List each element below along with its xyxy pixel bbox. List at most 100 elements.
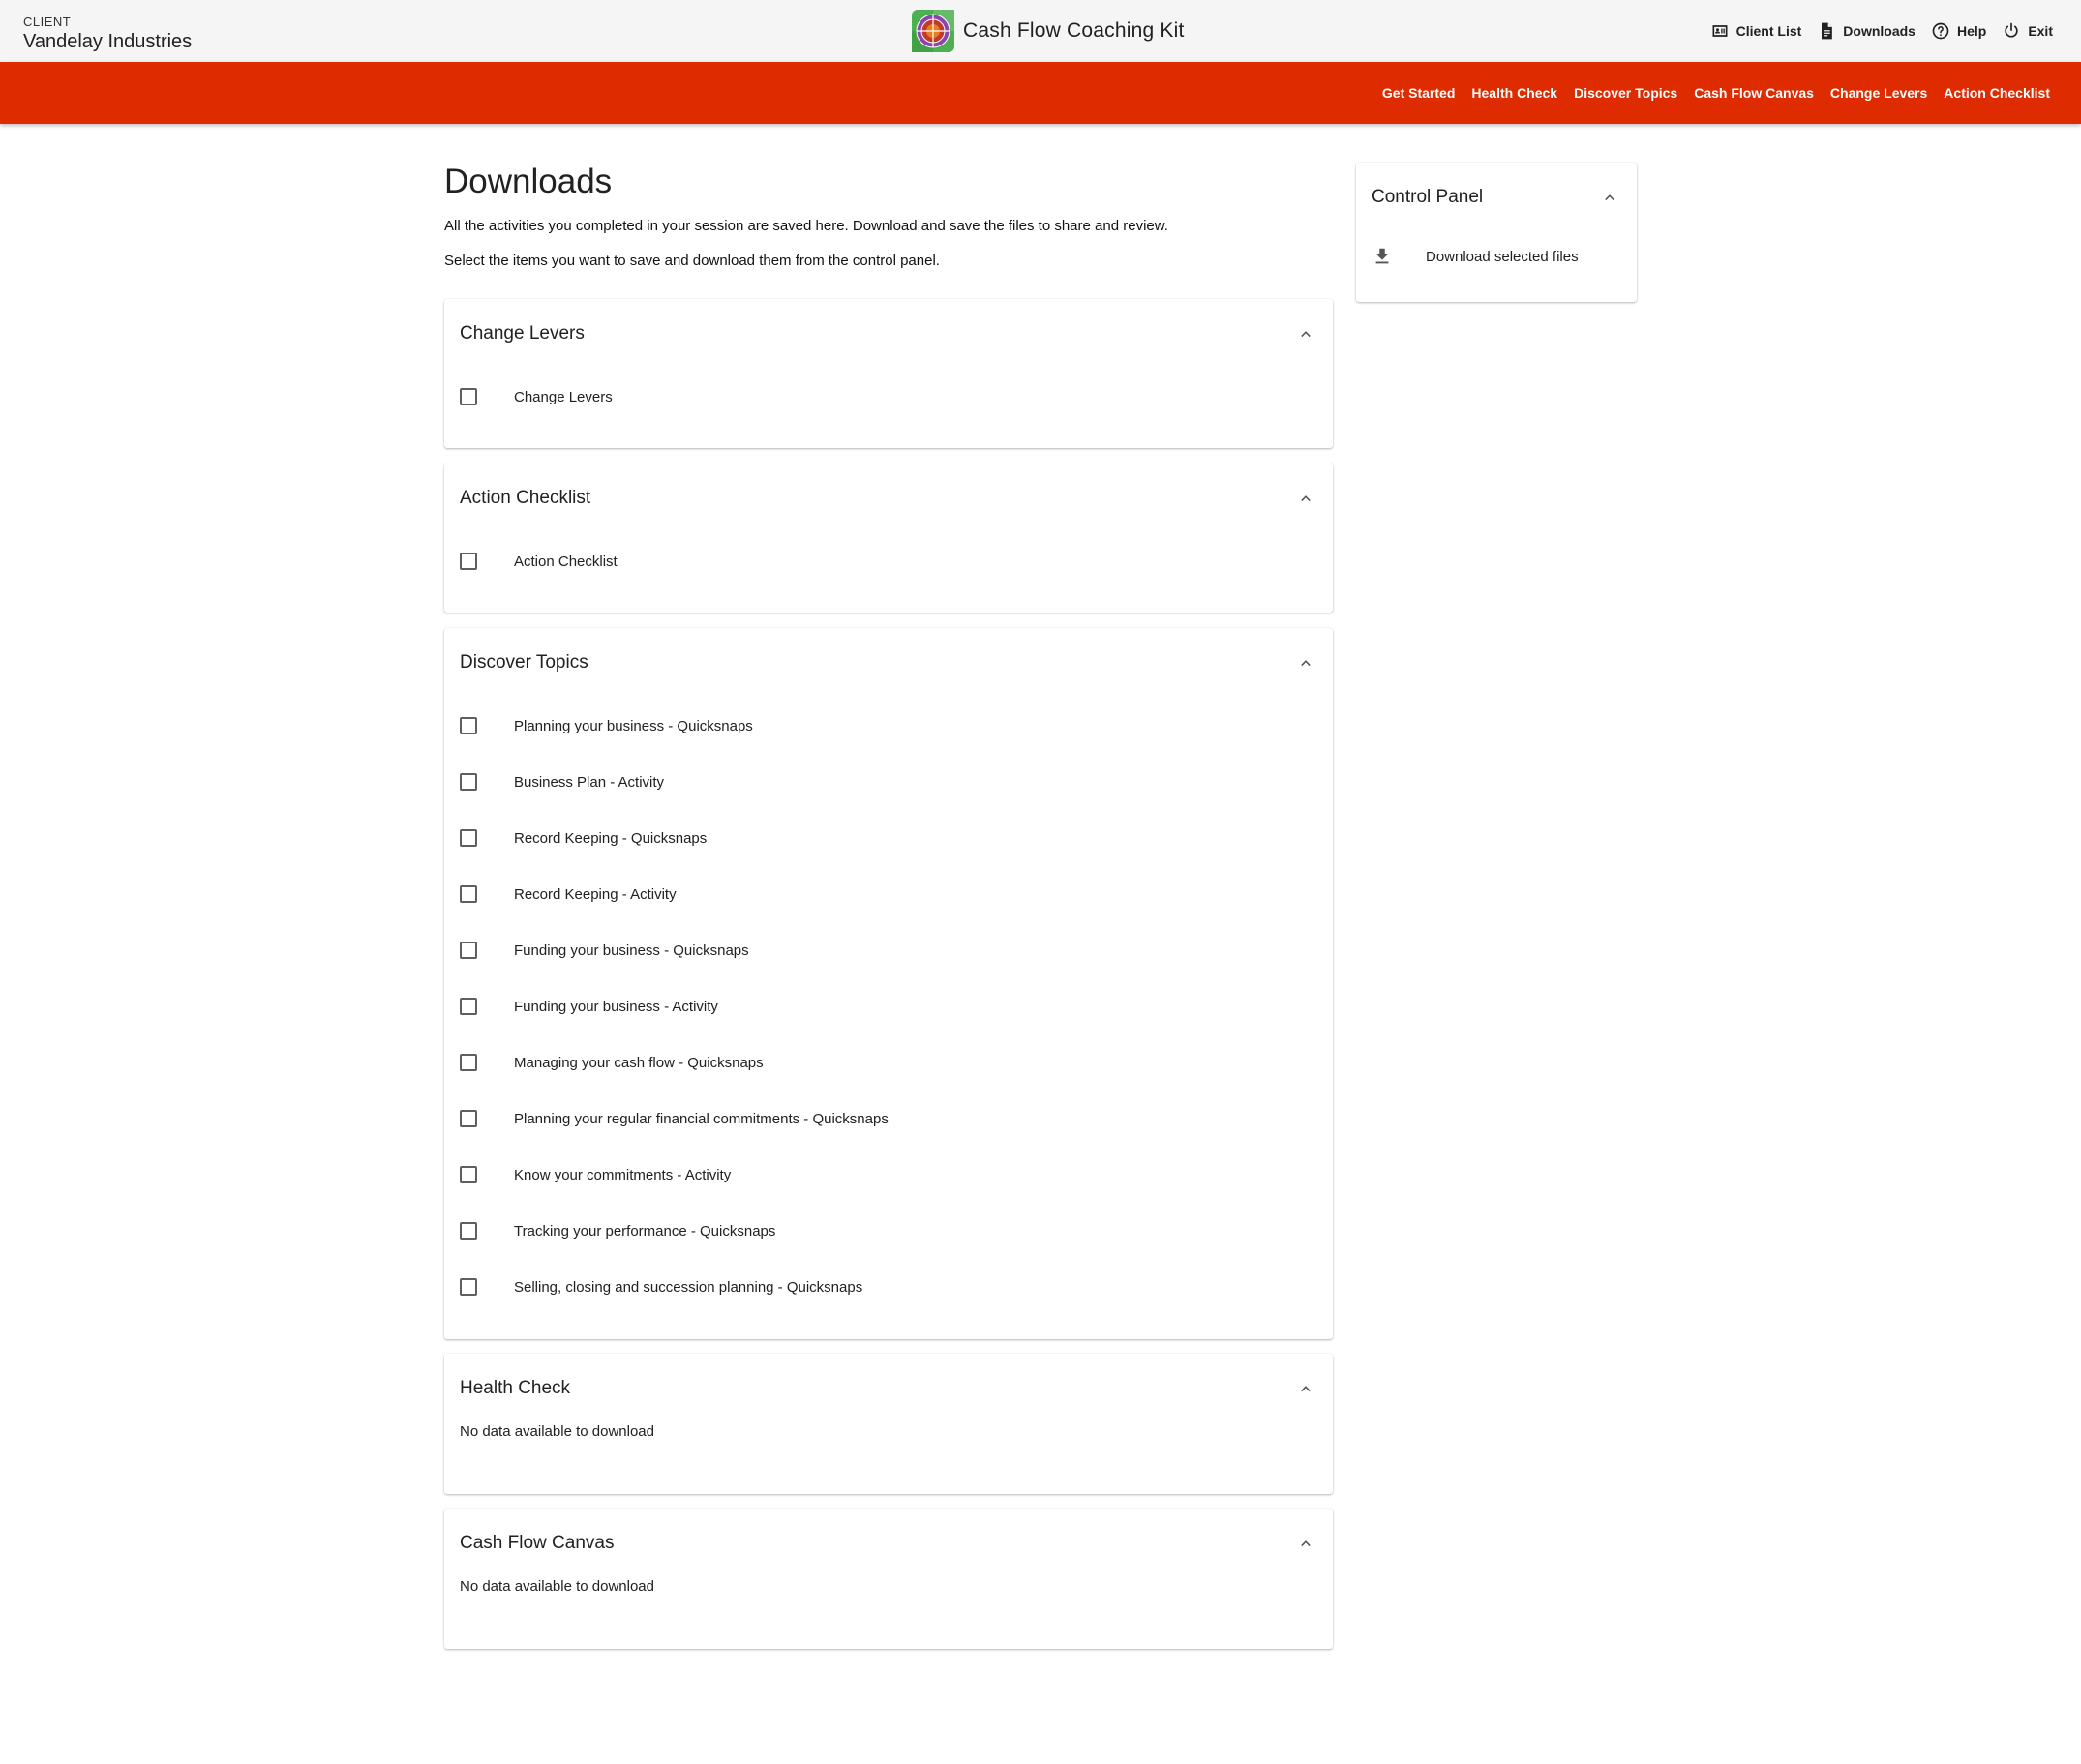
item-checkbox[interactable] bbox=[460, 1166, 477, 1183]
nav-discover-topics[interactable]: Discover Topics bbox=[1574, 85, 1677, 101]
download-item[interactable]: Managing your cash flow - Quicksnaps bbox=[444, 1034, 1333, 1091]
item-checkbox[interactable] bbox=[460, 1110, 477, 1127]
app-header: CLIENT Vandelay Industries Cash Flow Coa… bbox=[0, 0, 2081, 62]
download-selected-button[interactable]: Download selected files bbox=[1356, 232, 1637, 281]
no-data-message: No data available to download bbox=[460, 1578, 654, 1595]
document-icon bbox=[1822, 22, 1833, 40]
item-label: Planning your regular financial commitme… bbox=[514, 1110, 889, 1127]
item-checkbox[interactable] bbox=[460, 717, 477, 734]
section-change-levers: Change Levers Change Levers bbox=[444, 299, 1333, 448]
client-list-label: Client List bbox=[1735, 23, 1802, 39]
download-icon bbox=[1375, 248, 1389, 264]
section-header[interactable]: Discover Topics bbox=[444, 628, 1333, 698]
control-panel-title: Control Panel bbox=[1372, 187, 1484, 207]
client-list-link[interactable]: Client List bbox=[1710, 21, 1802, 41]
help-circle-icon bbox=[1932, 22, 1949, 40]
intro-text: All the activities you completed in your… bbox=[444, 218, 1168, 234]
wheel-logo-icon bbox=[912, 10, 954, 52]
item-checkbox[interactable] bbox=[460, 885, 477, 903]
item-checkbox[interactable] bbox=[460, 773, 477, 791]
nav-get-started[interactable]: Get Started bbox=[1382, 85, 1455, 101]
item-label: Funding your business - Activity bbox=[514, 998, 718, 1015]
section-title: Action Checklist bbox=[460, 488, 591, 508]
download-item[interactable]: Tracking your performance - Quicksnaps bbox=[444, 1203, 1333, 1259]
top-nav: Client List Downloads Help Exit bbox=[1695, 20, 2053, 42]
downloads-label: Downloads bbox=[1843, 23, 1915, 39]
download-item[interactable]: Planning your regular financial commitme… bbox=[444, 1091, 1333, 1147]
item-label: Funding your business - Quicksnaps bbox=[514, 942, 749, 959]
no-data-message: No data available to download bbox=[460, 1423, 654, 1440]
item-checkbox[interactable] bbox=[460, 553, 477, 570]
section-cash-flow-canvas: Cash Flow Canvas No data available to do… bbox=[444, 1509, 1333, 1649]
section-title: Change Levers bbox=[460, 323, 585, 344]
section-action-checklist: Action Checklist Action Checklist bbox=[444, 463, 1333, 613]
section-nav: Get Started Health Check Discover Topics… bbox=[1366, 62, 2050, 124]
item-checkbox[interactable] bbox=[460, 1278, 477, 1296]
chevron-up-icon[interactable] bbox=[1598, 186, 1621, 209]
item-checkbox[interactable] bbox=[460, 998, 477, 1015]
section-header[interactable]: Cash Flow Canvas bbox=[444, 1509, 1333, 1578]
download-item[interactable]: Funding your business - Quicksnaps bbox=[444, 922, 1333, 978]
control-panel-header[interactable]: Control Panel bbox=[1356, 163, 1637, 232]
section-discover-topics: Discover Topics Planning your business -… bbox=[444, 628, 1333, 1339]
item-checkbox[interactable] bbox=[460, 829, 477, 847]
control-panel: Control Panel Download selected files bbox=[1356, 163, 1637, 302]
section-title: Discover Topics bbox=[460, 652, 588, 673]
app-title: Cash Flow Coaching Kit bbox=[963, 19, 1185, 42]
contact-card-icon bbox=[1712, 25, 1728, 37]
chevron-up-icon[interactable] bbox=[1294, 1532, 1317, 1555]
item-label: Action Checklist bbox=[514, 553, 618, 570]
download-item[interactable]: Funding your business - Activity bbox=[444, 978, 1333, 1034]
item-checkbox[interactable] bbox=[460, 1222, 477, 1240]
download-item[interactable]: Change Levers bbox=[444, 369, 1333, 425]
section-title: Cash Flow Canvas bbox=[460, 1533, 615, 1553]
nav-change-levers[interactable]: Change Levers bbox=[1830, 85, 1927, 101]
section-nav-bar: Get Started Health Check Discover Topics… bbox=[0, 62, 2081, 124]
chevron-up-icon[interactable] bbox=[1294, 1377, 1317, 1400]
item-label: Record Keeping - Activity bbox=[514, 885, 677, 903]
exit-link[interactable]: Exit bbox=[2002, 21, 2053, 41]
help-label: Help bbox=[1956, 23, 1987, 39]
help-link[interactable]: Help bbox=[1931, 21, 1986, 41]
page-title: Downloads bbox=[444, 163, 613, 200]
download-selected-label: Download selected files bbox=[1426, 248, 1579, 265]
nav-action-checklist[interactable]: Action Checklist bbox=[1944, 85, 2050, 101]
client-name: Vandelay Industries bbox=[23, 31, 193, 52]
item-label: Tracking your performance - Quicksnaps bbox=[514, 1222, 776, 1240]
client-label: CLIENT bbox=[23, 15, 72, 29]
nav-health-check[interactable]: Health Check bbox=[1471, 85, 1557, 101]
item-label: Managing your cash flow - Quicksnaps bbox=[514, 1054, 764, 1071]
item-label: Selling, closing and succession planning… bbox=[514, 1278, 863, 1296]
item-checkbox[interactable] bbox=[460, 388, 477, 405]
item-label: Know your commitments - Activity bbox=[514, 1166, 732, 1183]
nav-cash-flow-canvas[interactable]: Cash Flow Canvas bbox=[1694, 85, 1814, 101]
download-item[interactable]: Action Checklist bbox=[444, 533, 1333, 589]
app-brand[interactable]: Cash Flow Coaching Kit bbox=[912, 10, 1185, 52]
client-info: CLIENT Vandelay Industries bbox=[23, 15, 192, 53]
item-label: Record Keeping - Quicksnaps bbox=[514, 829, 708, 847]
power-icon bbox=[2005, 22, 2018, 38]
item-label: Business Plan - Activity bbox=[514, 773, 665, 791]
downloads-link[interactable]: Downloads bbox=[1817, 21, 1915, 41]
download-item[interactable]: Record Keeping - Quicksnaps bbox=[444, 810, 1333, 866]
section-health-check: Health Check No data available to downlo… bbox=[444, 1354, 1333, 1494]
section-header[interactable]: Change Levers bbox=[444, 299, 1333, 369]
exit-label: Exit bbox=[2028, 23, 2053, 39]
chevron-up-icon[interactable] bbox=[1294, 487, 1317, 510]
download-item[interactable]: Planning your business - Quicksnaps bbox=[444, 698, 1333, 754]
item-checkbox[interactable] bbox=[460, 942, 477, 959]
item-label: Planning your business - Quicksnaps bbox=[514, 717, 753, 734]
section-title: Health Check bbox=[460, 1378, 571, 1398]
main-content: Downloads All the activities you complet… bbox=[444, 163, 1333, 271]
section-header[interactable]: Action Checklist bbox=[444, 463, 1333, 533]
download-item[interactable]: Know your commitments - Activity bbox=[444, 1147, 1333, 1203]
download-item[interactable]: Business Plan - Activity bbox=[444, 754, 1333, 810]
download-item[interactable]: Record Keeping - Activity bbox=[444, 866, 1333, 922]
chevron-up-icon[interactable] bbox=[1294, 322, 1317, 345]
section-header[interactable]: Health Check bbox=[444, 1354, 1333, 1423]
item-checkbox[interactable] bbox=[460, 1054, 477, 1071]
instruction-text: Select the items you want to save and do… bbox=[444, 253, 940, 269]
chevron-up-icon[interactable] bbox=[1294, 651, 1317, 674]
item-label: Change Levers bbox=[514, 388, 613, 405]
download-item[interactable]: Selling, closing and succession planning… bbox=[444, 1259, 1333, 1315]
